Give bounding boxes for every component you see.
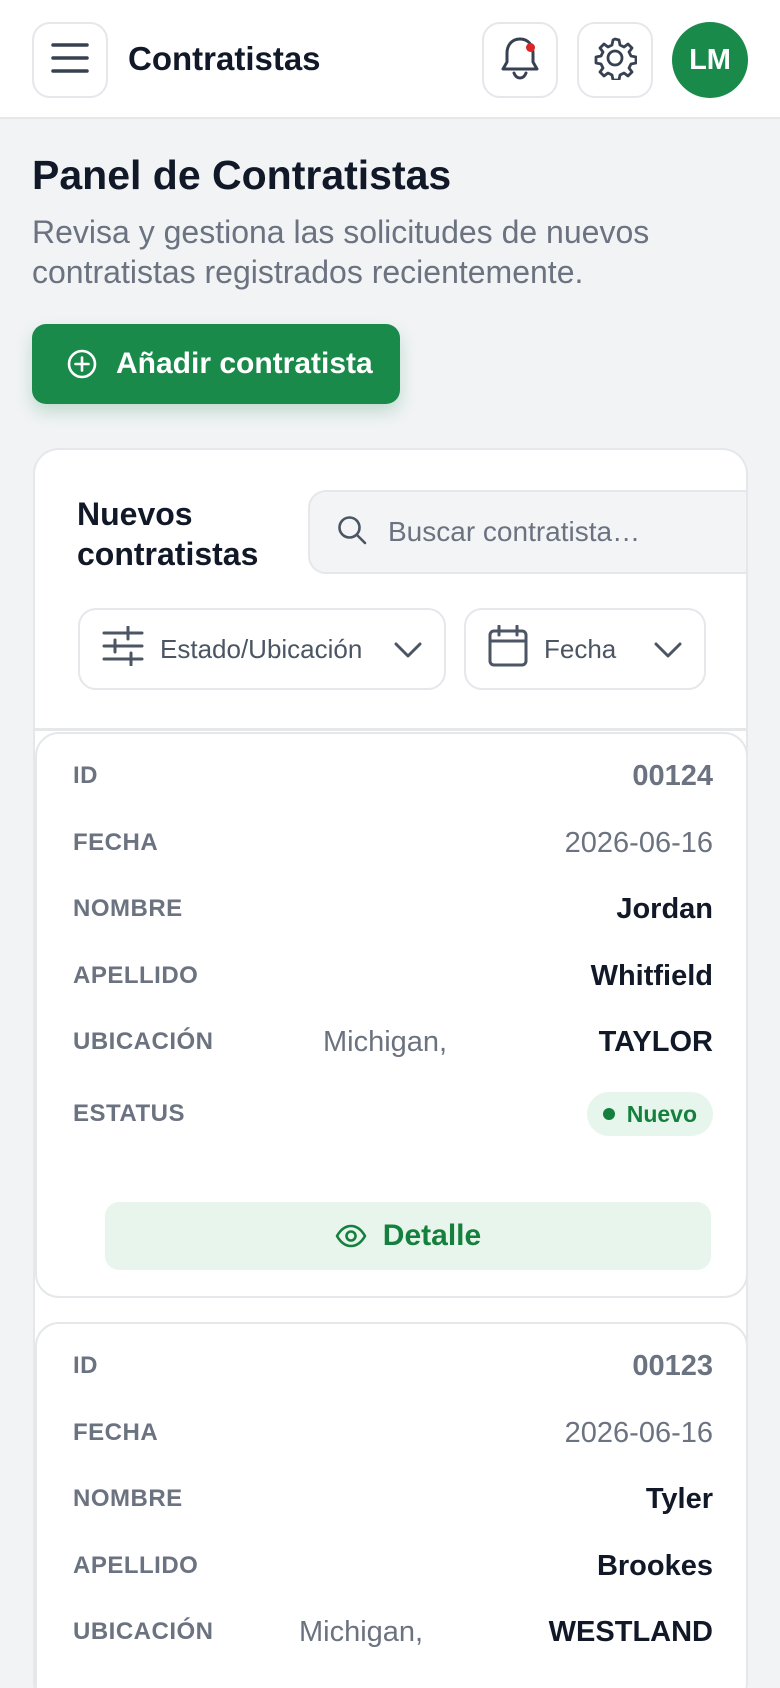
eye-icon	[335, 1224, 367, 1248]
field-label: APELLIDO	[73, 962, 199, 989]
row-id: ID 00124	[73, 756, 713, 796]
field-label: ESTATUS	[73, 1100, 185, 1127]
menu-button[interactable]	[32, 22, 108, 98]
status-label: Nuevo	[626, 1100, 697, 1127]
chevron-down-icon	[394, 634, 422, 665]
panel-title: Nuevos contratistas	[77, 496, 259, 572]
row-last-name: APELLIDO Brookes	[73, 1546, 713, 1586]
sliders-icon	[102, 625, 144, 673]
contractor-id: 00124	[632, 759, 713, 792]
bell-icon	[499, 35, 541, 86]
contractor-first-name: Tyler	[645, 1482, 713, 1515]
field-label: UBICACIÓN	[73, 1028, 214, 1055]
field-label: APELLIDO	[73, 1552, 199, 1579]
top-bar: Contratistas LM	[0, 0, 780, 119]
panel-divider	[35, 728, 746, 731]
filter-date[interactable]: Fecha	[464, 608, 706, 690]
add-contractor-button[interactable]: Añadir contratista	[32, 324, 400, 404]
field-label: ID	[73, 762, 98, 789]
row-status: ESTATUS Nuevo	[73, 1092, 713, 1136]
search-box[interactable]	[308, 490, 746, 574]
row-date: FECHA 2026-06-16	[73, 1413, 713, 1453]
status-dot	[602, 1108, 615, 1120]
row-first-name: NOMBRE Jordan	[73, 889, 713, 929]
field-label: FECHA	[73, 1419, 159, 1446]
notifications-button[interactable]	[482, 22, 558, 98]
contractor-first-name: Jordan	[616, 892, 713, 925]
contractor-id: 00123	[632, 1349, 713, 1382]
page-title: Panel de Contratistas	[32, 152, 452, 198]
contractor-card: ID 00124 FECHA 2026-06-16 NOMBRE Jordan …	[35, 732, 746, 1298]
field-label: UBICACIÓN	[73, 1618, 214, 1645]
filter-state-location[interactable]: Estado/Ubicación	[78, 608, 446, 690]
field-label: ID	[73, 1352, 98, 1379]
add-contractor-label: Añadir contratista	[116, 347, 373, 380]
search-icon	[336, 514, 368, 551]
app-title: Contratistas	[128, 40, 321, 77]
contractors-panel: Nuevos contratistas Estado/Ubicación Fec…	[33, 448, 748, 1688]
menu-icon	[51, 42, 89, 79]
status-badge: Nuevo	[586, 1092, 713, 1136]
filter-state-label: Estado/Ubicación	[160, 633, 363, 664]
search-input[interactable]	[388, 516, 728, 548]
contractor-date: 2026-06-16	[564, 826, 713, 859]
row-location: UBICACIÓN Michigan, WESTLAND	[73, 1612, 713, 1652]
row-last-name: APELLIDO Whitfield	[73, 956, 713, 996]
contractor-date: 2026-06-16	[564, 1416, 713, 1449]
calendar-icon	[488, 624, 528, 674]
row-location: UBICACIÓN Michigan, TAYLOR	[73, 1022, 713, 1062]
contractor-card: ID 00123 FECHA 2026-06-16 NOMBRE Tyler A…	[35, 1322, 746, 1688]
row-id: ID 00123	[73, 1346, 713, 1386]
avatar[interactable]: LM	[672, 22, 748, 98]
detail-button[interactable]: Detalle	[105, 1202, 711, 1270]
settings-button[interactable]	[577, 22, 653, 98]
notification-dot	[526, 43, 535, 52]
contractor-state: Michigan,	[323, 1025, 448, 1058]
page-subtitle: Revisa y gestiona las solicitudes de nue…	[32, 214, 650, 290]
contractor-last-name: Brookes	[596, 1549, 713, 1582]
contractor-city: TAYLOR	[598, 1025, 713, 1058]
row-date: FECHA 2026-06-16	[73, 823, 713, 863]
row-first-name: NOMBRE Tyler	[73, 1479, 713, 1519]
detail-label: Detalle	[382, 1219, 482, 1252]
contractor-last-name: Whitfield	[590, 959, 713, 992]
gear-icon	[593, 36, 638, 85]
field-label: NOMBRE	[73, 895, 183, 922]
contractor-state: Michigan,	[299, 1615, 424, 1648]
field-label: NOMBRE	[73, 1485, 183, 1512]
chevron-down-icon	[654, 634, 682, 665]
filter-date-label: Fecha	[544, 633, 617, 664]
plus-circle-icon	[66, 348, 98, 380]
contractor-city: WESTLAND	[548, 1615, 713, 1648]
field-label: FECHA	[73, 829, 159, 856]
